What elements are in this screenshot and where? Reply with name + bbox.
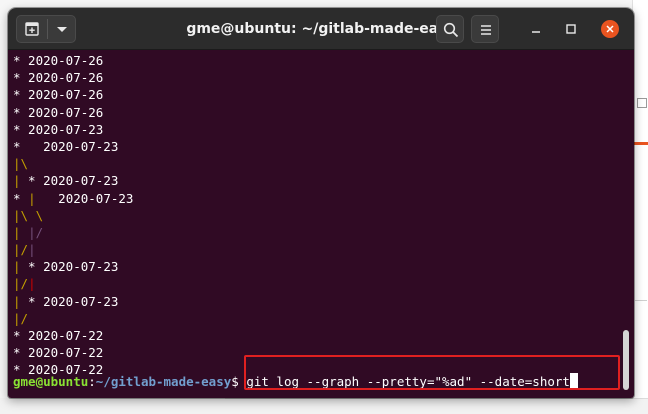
background-divider xyxy=(635,300,647,301)
terminal-output-line: |/| xyxy=(13,275,613,292)
background-divider-line xyxy=(225,398,648,399)
output-text: * 2020-07-22 xyxy=(13,328,104,343)
title-bar[interactable]: gme@ubuntu: ~/gitlab-made-easy xyxy=(8,8,634,50)
output-text: 2020-07-23 xyxy=(35,190,134,206)
graph-char: | xyxy=(13,276,21,292)
terminal-output-line: * 2020-07-22 xyxy=(13,327,613,344)
terminal-output: * 2020-07-26 * 2020-07-26 * 2020-07-26 * 20… xyxy=(13,52,613,379)
search-icon xyxy=(443,22,459,38)
close-button[interactable] xyxy=(601,20,619,38)
terminal-output-line: |\ \ xyxy=(13,207,613,224)
search-button[interactable] xyxy=(436,15,464,43)
graph-char: / xyxy=(35,224,44,240)
maximize-icon xyxy=(566,24,576,34)
command-text: git log --graph --pretty="%ad" --date=sh… xyxy=(238,374,570,389)
terminal-output-line: * 2020-07-26 xyxy=(13,52,613,69)
terminal-output-line: * 2020-07-26 xyxy=(13,104,613,121)
tab-menu-dropdown-button[interactable] xyxy=(48,16,76,42)
prompt-user-host: gme@ubuntu xyxy=(13,374,89,389)
background-checkbox-icon xyxy=(637,98,647,108)
minimize-icon xyxy=(532,31,540,33)
terminal-window: gme@ubuntu: ~/gitlab-made-easy * 2020-07… xyxy=(8,8,634,398)
command-prompt-line[interactable]: gme@ubuntu:~/gitlab-made-easy$ git log -… xyxy=(13,373,578,390)
terminal-area[interactable]: * 2020-07-26 * 2020-07-26 * 2020-07-26 * 20… xyxy=(8,50,634,398)
graph-char: | xyxy=(28,276,36,292)
new-tab-split-button xyxy=(16,15,76,43)
graph-char: / xyxy=(20,310,29,326)
output-text: * 2020-07-26 xyxy=(13,53,104,68)
terminal-output-line: | |/ xyxy=(13,224,613,241)
output-text: * 2020-07-23 xyxy=(20,173,119,189)
hamburger-menu-button[interactable] xyxy=(471,15,499,43)
graph-char: | xyxy=(28,224,36,240)
output-text: * 2020-07-26 xyxy=(13,70,104,86)
graph-char: | xyxy=(13,293,21,309)
close-icon xyxy=(606,25,614,33)
background-accent-bar xyxy=(633,142,648,145)
graph-char: / xyxy=(20,242,29,258)
background-app-window xyxy=(632,0,648,414)
terminal-cursor xyxy=(569,373,578,389)
new-tab-icon xyxy=(25,22,39,36)
new-tab-button[interactable] xyxy=(17,16,47,42)
terminal-output-line: * 2020-07-26 xyxy=(13,86,613,103)
maximize-button[interactable] xyxy=(562,20,580,38)
graph-char: | xyxy=(13,259,21,275)
terminal-output-line: * 2020-07-26 xyxy=(13,69,613,86)
terminal-output-line: |/| xyxy=(13,241,613,258)
output-text: * 2020-07-26 xyxy=(13,87,104,103)
graph-char: / xyxy=(20,276,29,292)
output-text: * 2020-07-23 xyxy=(20,259,119,275)
graph-char: | xyxy=(13,242,21,258)
terminal-output-line: | * 2020-07-23 xyxy=(13,172,613,189)
graph-char: | xyxy=(13,173,21,189)
graph-char: | xyxy=(28,190,36,206)
graph-char: \ xyxy=(20,156,29,172)
terminal-output-line: * 2020-07-22 xyxy=(13,344,613,361)
terminal-output-line: * 2020-07-23 xyxy=(13,138,613,155)
output-text: * 2020-07-23 xyxy=(20,293,119,309)
terminal-output-line: | * 2020-07-23 xyxy=(13,258,613,275)
output-text: * 2020-07-23 xyxy=(13,121,104,137)
terminal-output-line: * 2020-07-23 xyxy=(13,121,613,138)
output-text: * 2020-07-23 xyxy=(13,138,119,154)
graph-char: | xyxy=(13,207,21,223)
graph-char: | xyxy=(13,156,21,172)
terminal-output-line: |\ xyxy=(13,155,613,172)
prompt-symbol: $ xyxy=(231,374,239,389)
minimize-button[interactable] xyxy=(527,20,545,38)
output-text: * xyxy=(13,190,29,206)
output-text: * 2020-07-22 xyxy=(13,345,104,361)
background-desktop-strip xyxy=(0,398,648,414)
prompt-path: ~/gitlab-made-easy xyxy=(95,374,232,389)
graph-char: \ xyxy=(35,207,44,223)
chevron-down-icon xyxy=(57,27,67,32)
terminal-scrollbar[interactable] xyxy=(623,330,629,390)
terminal-output-line: |/ xyxy=(13,310,613,327)
prompt-colon: : xyxy=(88,374,96,389)
graph-char: \ xyxy=(20,207,29,223)
graph-char: | xyxy=(13,224,21,240)
terminal-output-line: | * 2020-07-23 xyxy=(13,293,613,310)
terminal-output-line: * | 2020-07-23 xyxy=(13,190,613,207)
graph-char: | xyxy=(28,242,36,258)
output-text: * 2020-07-26 xyxy=(13,104,104,120)
hamburger-menu-icon xyxy=(481,25,491,35)
graph-char: | xyxy=(13,310,21,326)
